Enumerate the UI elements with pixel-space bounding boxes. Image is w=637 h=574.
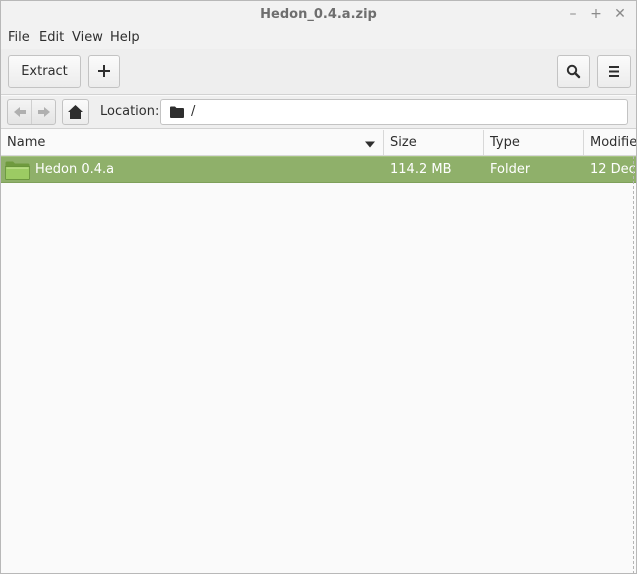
menubar: File Edit View Help: [1, 29, 636, 49]
titlebar[interactable]: Hedon_0.4.a.zip – + ✕: [1, 1, 636, 29]
back-button[interactable]: [8, 100, 32, 124]
menu-edit[interactable]: Edit: [39, 30, 64, 45]
plus-icon: [98, 65, 110, 77]
column-header-type[interactable]: Type: [484, 130, 584, 156]
extract-button[interactable]: Extract: [8, 55, 81, 88]
column-header-modified[interactable]: Modified: [584, 130, 637, 156]
location-path: /: [191, 104, 196, 119]
toolbar: Extract: [1, 49, 636, 95]
search-icon: [566, 64, 581, 79]
location-bar: Location: /: [1, 96, 636, 129]
folder-icon: [170, 106, 184, 118]
hamburger-menu-icon: [609, 66, 619, 77]
home-icon: [68, 105, 83, 119]
close-button[interactable]: ✕: [610, 4, 630, 24]
column-header-size[interactable]: Size: [384, 130, 484, 156]
sort-descending-icon: [365, 141, 375, 148]
column-resize-guide: [633, 156, 634, 573]
menu-view[interactable]: View: [72, 30, 103, 45]
column-header-size-label: Size: [390, 135, 417, 150]
row-type: Folder: [490, 162, 531, 177]
minimize-button[interactable]: –: [563, 4, 583, 24]
row-size: 114.2 MB: [390, 162, 452, 177]
column-header-modified-label: Modified: [590, 135, 637, 150]
home-button[interactable]: [62, 99, 89, 125]
location-label: Location:: [100, 104, 160, 119]
file-list[interactable]: Hedon 0.4.a 114.2 MB Folder 12 Dece: [1, 156, 636, 573]
menu-help[interactable]: Help: [110, 30, 140, 45]
arrow-left-icon: [14, 107, 26, 117]
column-header-name[interactable]: Name: [1, 130, 384, 156]
archive-manager-window: Hedon_0.4.a.zip – + ✕ File Edit View Hel…: [0, 0, 637, 574]
menu-file[interactable]: File: [8, 30, 30, 45]
forward-button[interactable]: [32, 100, 56, 124]
table-row[interactable]: Hedon 0.4.a 114.2 MB Folder 12 Dece: [1, 156, 636, 183]
maximize-button[interactable]: +: [586, 4, 606, 24]
main-menu-button[interactable]: [597, 55, 631, 88]
navigation-buttons: [7, 99, 56, 125]
folder-icon: [5, 161, 30, 180]
search-button[interactable]: [557, 55, 590, 88]
arrow-right-icon: [38, 107, 50, 117]
file-list-header: Name Size Type Modified: [1, 130, 636, 156]
column-header-type-label: Type: [490, 135, 520, 150]
add-files-button[interactable]: [88, 55, 120, 88]
window-title: Hedon_0.4.a.zip: [260, 7, 377, 22]
row-modified: 12 Dece: [590, 162, 636, 177]
location-field[interactable]: /: [160, 99, 628, 125]
column-header-name-label: Name: [7, 135, 46, 150]
row-name: Hedon 0.4.a: [35, 162, 115, 177]
